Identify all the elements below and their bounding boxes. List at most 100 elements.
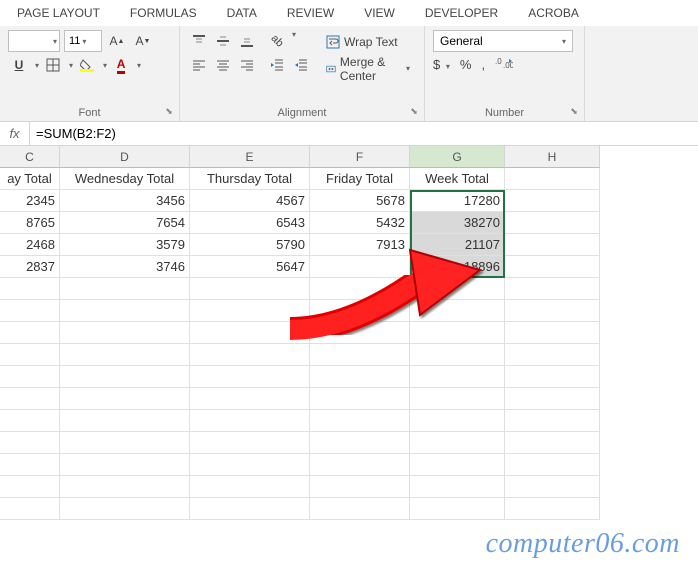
cell[interactable] [410,432,505,454]
increase-indent-icon[interactable] [290,54,312,76]
cell[interactable] [310,322,410,344]
cell[interactable]: 21107 [410,234,505,256]
cell[interactable] [0,388,60,410]
cell[interactable] [190,388,310,410]
align-bottom-icon[interactable] [236,30,258,52]
chevron-down-icon[interactable]: ▾ [69,61,73,70]
cell[interactable]: 5647 [190,256,310,278]
dialog-launcher-icon[interactable]: ⬊ [408,106,420,118]
cell[interactable] [0,278,60,300]
col-header-e[interactable]: E [190,146,310,168]
cell[interactable] [0,454,60,476]
tab-formulas[interactable]: FORMULAS [115,0,212,26]
cell[interactable] [190,454,310,476]
cell[interactable]: 6543 [190,212,310,234]
cell[interactable] [505,190,600,212]
cell[interactable] [0,344,60,366]
col-header-g[interactable]: G [410,146,505,168]
cell[interactable]: 5432 [310,212,410,234]
align-left-icon[interactable] [188,54,210,76]
cell[interactable] [0,410,60,432]
currency-button[interactable]: $ ▾ [433,57,450,72]
cell[interactable] [410,498,505,520]
decrease-indent-icon[interactable] [266,54,288,76]
cell[interactable] [60,300,190,322]
orientation-icon[interactable]: ab [266,30,288,52]
cell[interactable] [505,410,600,432]
cell[interactable] [60,454,190,476]
cell[interactable] [410,410,505,432]
formula-input[interactable]: =SUM(B2:F2) [30,122,698,145]
cell[interactable] [505,300,600,322]
cell[interactable] [505,256,600,278]
cell[interactable]: 18896 [410,256,505,278]
cell[interactable]: 2345 [0,190,60,212]
cell[interactable] [310,366,410,388]
cell[interactable] [60,498,190,520]
col-header-f[interactable]: F [310,146,410,168]
percent-button[interactable]: % [460,57,472,72]
cell[interactable]: Wednesday Total [60,168,190,190]
col-header-h[interactable]: H [505,146,600,168]
chevron-down-icon[interactable]: ▾ [292,30,296,52]
cell[interactable]: 2468 [0,234,60,256]
cell[interactable]: 5790 [190,234,310,256]
cell[interactable] [190,366,310,388]
cell[interactable]: 5678 [310,190,410,212]
borders-icon[interactable] [42,54,64,76]
cell[interactable] [310,278,410,300]
cell[interactable] [190,322,310,344]
cell[interactable]: Friday Total [310,168,410,190]
cell[interactable] [0,432,60,454]
cell[interactable] [0,498,60,520]
cell[interactable]: 3579 [60,234,190,256]
cell[interactable] [410,322,505,344]
font-color-icon[interactable]: A [110,54,132,76]
cell[interactable] [190,278,310,300]
cell[interactable]: 8765 [0,212,60,234]
cell[interactable] [310,344,410,366]
font-size-dropdown[interactable]: 11 ▾ [64,30,102,52]
fx-button[interactable]: fx [0,122,30,145]
cell[interactable] [60,322,190,344]
cell[interactable] [60,410,190,432]
cell[interactable] [310,388,410,410]
cell[interactable] [505,432,600,454]
merge-center-button[interactable]: Merge & Center ▾ [320,56,416,80]
align-middle-icon[interactable] [212,30,234,52]
tab-developer[interactable]: DEVELOPER [410,0,513,26]
cell[interactable] [0,366,60,388]
cell[interactable] [310,410,410,432]
cell[interactable] [310,476,410,498]
cell[interactable] [505,454,600,476]
cell[interactable] [410,300,505,322]
cell[interactable]: 2837 [0,256,60,278]
col-header-d[interactable]: D [60,146,190,168]
tab-view[interactable]: VIEW [349,0,410,26]
align-top-icon[interactable] [188,30,210,52]
cell[interactable]: Thursday Total [190,168,310,190]
cell[interactable]: 7654 [60,212,190,234]
dialog-launcher-icon[interactable]: ⬊ [163,106,175,118]
cell[interactable]: 7913 [310,234,410,256]
cell[interactable]: 38270 [410,212,505,234]
cell[interactable] [505,366,600,388]
cell[interactable] [410,454,505,476]
cell[interactable] [505,234,600,256]
cell[interactable]: 3746 [60,256,190,278]
increase-font-icon[interactable]: A▲ [106,30,128,52]
cell[interactable] [410,476,505,498]
cell[interactable]: ay Total [0,168,60,190]
cell[interactable] [505,476,600,498]
cell[interactable] [505,278,600,300]
cell[interactable] [505,388,600,410]
tab-acrobat[interactable]: ACROBA [513,0,594,26]
cell[interactable]: 3456 [60,190,190,212]
comma-button[interactable]: , [481,57,485,72]
cell[interactable] [0,300,60,322]
align-center-icon[interactable] [212,54,234,76]
cell[interactable] [190,410,310,432]
number-format-dropdown[interactable]: General ▾ [433,30,573,52]
cell[interactable] [505,168,600,190]
cell[interactable] [310,498,410,520]
